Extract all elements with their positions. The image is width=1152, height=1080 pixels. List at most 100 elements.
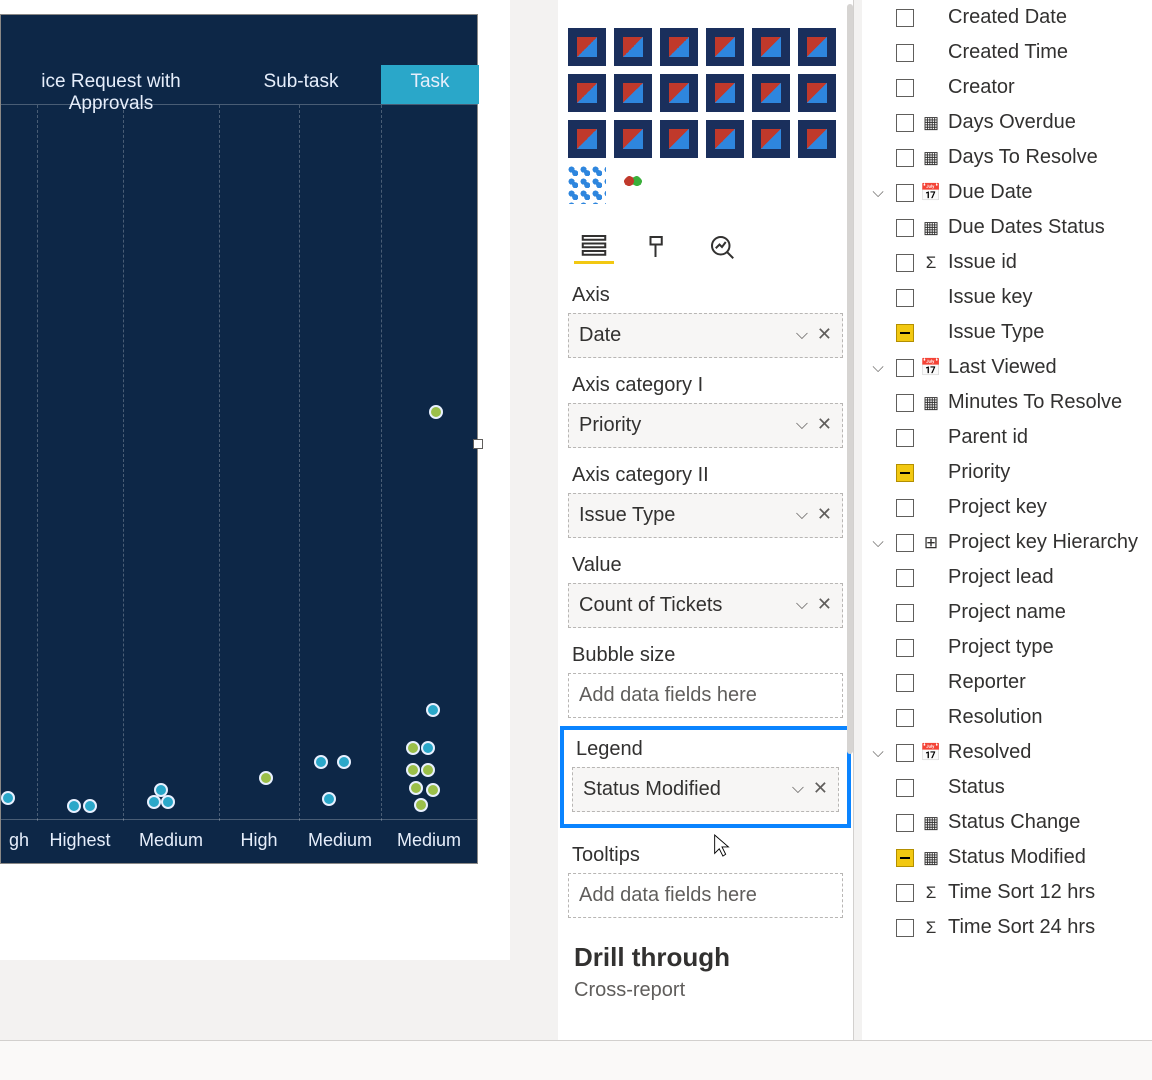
field-checkbox[interactable]	[896, 919, 914, 937]
data-point[interactable]	[1, 791, 15, 805]
field-checkbox[interactable]	[896, 429, 914, 447]
field-row[interactable]: ΣTime Sort 24 hrs	[862, 910, 1152, 945]
visual-type-icon[interactable]	[706, 120, 744, 158]
data-point[interactable]	[154, 783, 168, 797]
well-axis-category-2[interactable]: Issue Type ⌵ ✕	[568, 493, 843, 538]
field-checkbox[interactable]	[896, 674, 914, 692]
field-row[interactable]: Project lead	[862, 560, 1152, 595]
remove-field-icon[interactable]: ✕	[817, 594, 832, 615]
field-checkbox[interactable]	[896, 499, 914, 517]
well-value-field[interactable]: Count of Tickets ⌵ ✕	[568, 583, 843, 628]
field-checkbox[interactable]	[896, 79, 914, 97]
field-row[interactable]: ▦Days To Resolve	[862, 140, 1152, 175]
field-checkbox[interactable]	[896, 779, 914, 797]
report-canvas[interactable]: ice Request with Approvals Sub-task Task	[0, 0, 510, 960]
field-row[interactable]: ▦Due Dates Status	[862, 210, 1152, 245]
data-point[interactable]	[406, 741, 420, 755]
field-row[interactable]: Project type	[862, 630, 1152, 665]
well-legend[interactable]: Status Modified ⌵ ✕	[572, 767, 839, 812]
field-row[interactable]: Issue key	[862, 280, 1152, 315]
field-row[interactable]: ⌵📅Resolved	[862, 735, 1152, 770]
data-point[interactable]	[414, 798, 428, 812]
expand-icon[interactable]: ⌵	[866, 744, 890, 761]
chevron-down-icon[interactable]: ⌵	[796, 506, 808, 524]
data-point[interactable]	[421, 763, 435, 777]
field-checkbox[interactable]	[896, 394, 914, 412]
field-row[interactable]: Parent id	[862, 420, 1152, 455]
chevron-down-icon[interactable]: ⌵	[792, 780, 804, 798]
field-checkbox[interactable]	[896, 44, 914, 62]
field-checkbox[interactable]	[896, 744, 914, 762]
visual-type-icon[interactable]	[614, 28, 652, 66]
well-axis[interactable]: Date ⌵ ✕	[568, 313, 843, 358]
visual-type-icon[interactable]	[706, 74, 744, 112]
well-bubble-size[interactable]: Add data fields here	[568, 673, 843, 718]
visual-type-icon[interactable]	[706, 28, 744, 66]
field-checkbox[interactable]	[896, 814, 914, 832]
remove-field-icon[interactable]: ✕	[813, 778, 828, 799]
visual-type-icon[interactable]	[752, 120, 790, 158]
field-row[interactable]: ▦Minutes To Resolve	[862, 385, 1152, 420]
field-row[interactable]: ▦Status Change	[862, 805, 1152, 840]
expand-icon[interactable]: ⌵	[866, 184, 890, 201]
data-point[interactable]	[83, 799, 97, 813]
field-checkbox[interactable]	[896, 114, 914, 132]
data-point[interactable]	[426, 703, 440, 717]
field-checkbox[interactable]	[896, 569, 914, 587]
data-point[interactable]	[421, 741, 435, 755]
visual-type-icon[interactable]	[660, 120, 698, 158]
visual-type-icon[interactable]	[568, 74, 606, 112]
visual-type-icon[interactable]	[614, 166, 652, 204]
visual-type-icon[interactable]	[660, 74, 698, 112]
field-checkbox[interactable]	[896, 464, 914, 482]
field-checkbox[interactable]	[896, 639, 914, 657]
field-row[interactable]: ⌵📅Due Date	[862, 175, 1152, 210]
field-checkbox[interactable]	[896, 884, 914, 902]
field-checkbox[interactable]	[896, 254, 914, 272]
field-checkbox[interactable]	[896, 289, 914, 307]
visual-type-icon[interactable]	[798, 28, 836, 66]
data-point[interactable]	[259, 771, 273, 785]
field-row[interactable]: ⌵📅Last Viewed	[862, 350, 1152, 385]
visual-type-icon[interactable]	[798, 120, 836, 158]
field-row[interactable]: Project key	[862, 490, 1152, 525]
field-checkbox[interactable]	[896, 359, 914, 377]
chevron-down-icon[interactable]: ⌵	[796, 326, 808, 344]
data-point[interactable]	[426, 783, 440, 797]
data-point[interactable]	[161, 795, 175, 809]
visual-type-icon[interactable]	[614, 74, 652, 112]
field-row[interactable]: ▦Status Modified	[862, 840, 1152, 875]
field-checkbox[interactable]	[896, 149, 914, 167]
data-point[interactable]	[429, 405, 443, 419]
field-row[interactable]: Created Time	[862, 35, 1152, 70]
field-row[interactable]: Status	[862, 770, 1152, 805]
field-row[interactable]: Reporter	[862, 665, 1152, 700]
visual-type-icon[interactable]	[568, 120, 606, 158]
data-point[interactable]	[322, 792, 336, 806]
field-checkbox[interactable]	[896, 709, 914, 727]
field-row[interactable]: Created Date	[862, 0, 1152, 35]
data-point[interactable]	[147, 795, 161, 809]
data-point[interactable]	[67, 799, 81, 813]
field-checkbox[interactable]	[896, 184, 914, 202]
fields-tab[interactable]	[574, 230, 614, 264]
visual-type-icon[interactable]	[568, 28, 606, 66]
chart-visual[interactable]: ice Request with Approvals Sub-task Task	[0, 14, 478, 864]
field-row[interactable]: ⌵⊞Project key Hierarchy	[862, 525, 1152, 560]
data-point[interactable]	[409, 781, 423, 795]
chevron-down-icon[interactable]: ⌵	[796, 596, 808, 614]
data-point[interactable]	[406, 763, 420, 777]
remove-field-icon[interactable]: ✕	[817, 324, 832, 345]
visual-type-icon[interactable]	[752, 28, 790, 66]
visual-type-icon[interactable]	[798, 74, 836, 112]
field-row[interactable]: Creator	[862, 70, 1152, 105]
field-row[interactable]: Priority	[862, 455, 1152, 490]
data-point[interactable]	[337, 755, 351, 769]
well-axis-category-1[interactable]: Priority ⌵ ✕	[568, 403, 843, 448]
field-row[interactable]: Resolution	[862, 700, 1152, 735]
field-row[interactable]: Issue Type	[862, 315, 1152, 350]
field-row[interactable]: ΣTime Sort 12 hrs	[862, 875, 1152, 910]
expand-icon[interactable]: ⌵	[866, 359, 890, 376]
data-point[interactable]	[314, 755, 328, 769]
visual-type-icon[interactable]	[614, 120, 652, 158]
